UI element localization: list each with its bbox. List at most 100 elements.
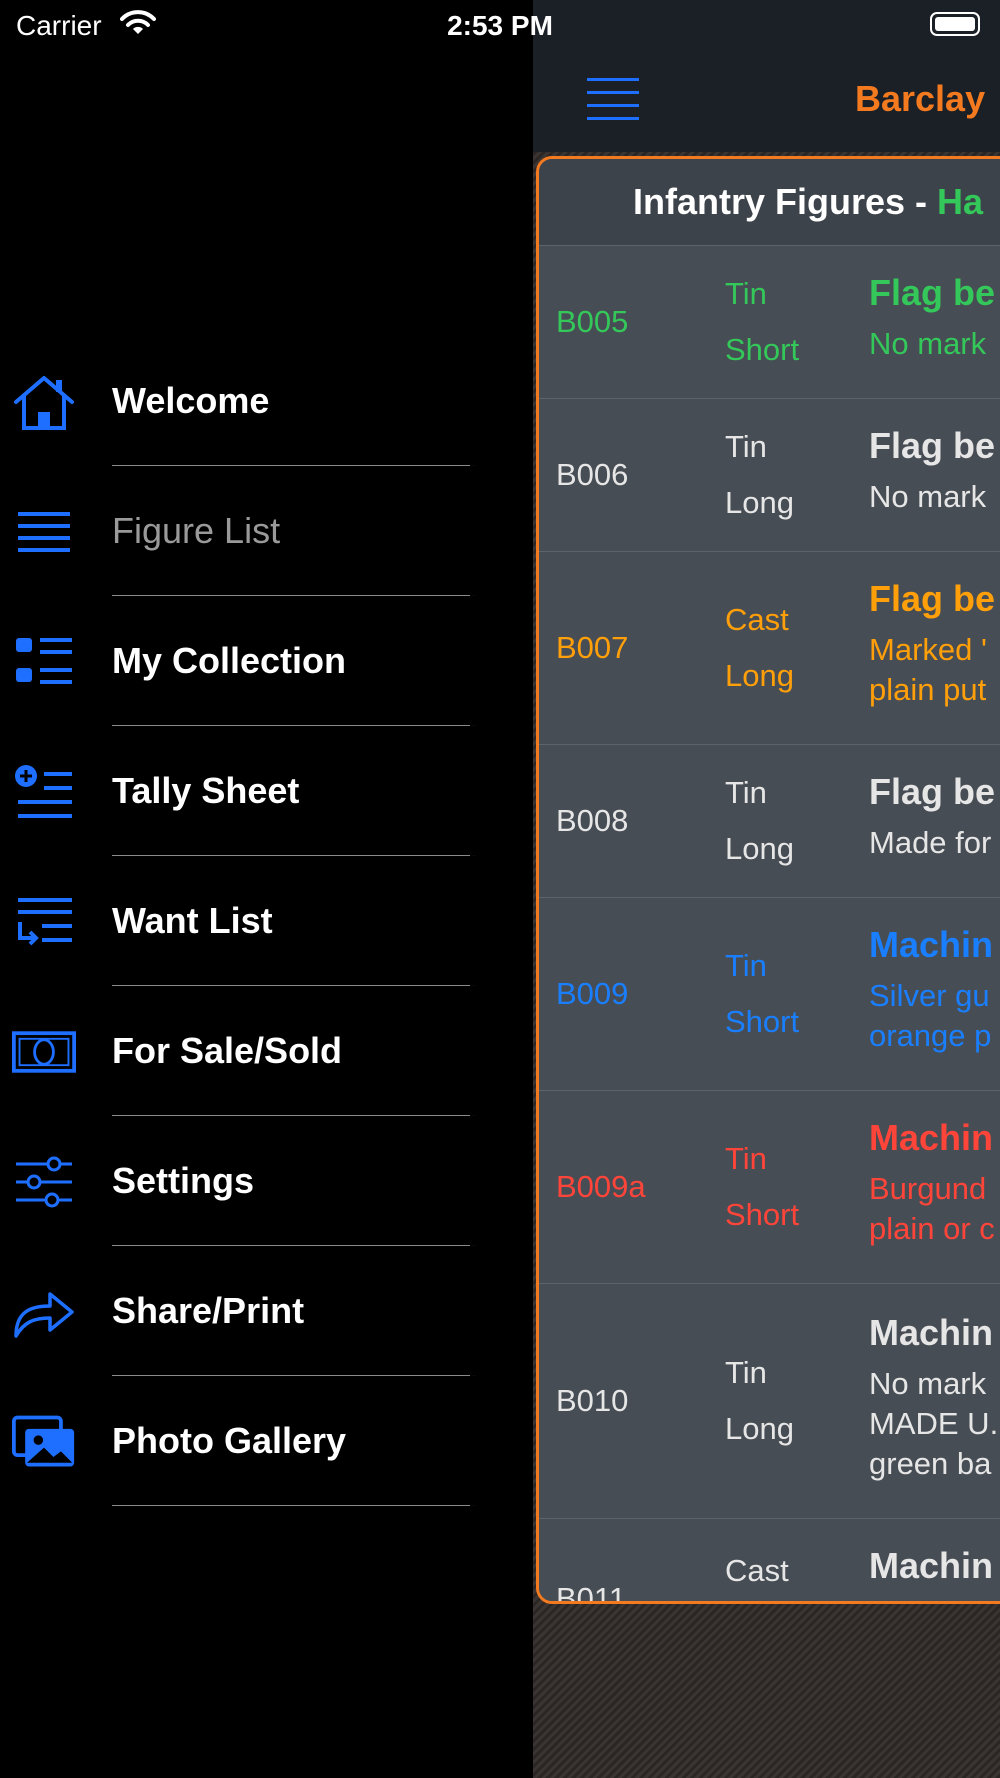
menu-item-welcome[interactable]: Welcome [0,336,533,466]
material-length: Long [725,658,794,693]
figure-description: Made for [869,823,991,903]
table-row[interactable]: B008 Tin Long Flag be Made for [539,745,1000,898]
figure-description: Marked ' plain put [869,630,987,710]
figure-code: B007 [556,630,629,665]
figure-title: Flag be [869,771,996,812]
material-type: Cast [725,602,789,637]
material-type: Tin [725,775,767,810]
figure-material: Tin Short [725,1131,799,1243]
menu-item-share-print[interactable]: Share/Print [0,1246,533,1376]
battery-icon [930,12,980,36]
table-row[interactable]: B007 Cast Long Flag be Marked ' plain put [539,552,1000,745]
description-line: No mark [869,479,987,514]
menu-item-tally-sheet[interactable]: Tally Sheet [0,726,533,856]
description-line: Burgund [869,1171,987,1206]
table-row[interactable]: B010 Tin Long Machin No mark MADE U. green ba [539,1284,1000,1519]
menu-item-want-list[interactable]: Want List [0,856,533,986]
description-line: No mark [869,1599,986,1601]
figure-list-card: Infantry Figures - Ha B005 Tin Short Flag b… [536,156,1000,1604]
share-icon [14,1292,74,1338]
menu-label: Tally Sheet [112,770,300,811]
photos-icon [12,1415,75,1467]
divider [112,1505,476,1506]
main-panel: Barclay Infantry Figures - Ha B005 Tin Sho… [533,0,1000,1778]
description-line: No mark [869,1366,987,1401]
menu-toggle-icon[interactable] [587,78,639,122]
figure-code: B011 [556,1581,627,1604]
material-length: Short [725,1197,800,1232]
figure-title: Machin [869,1545,994,1586]
table-row[interactable]: B011 CastLong Machin No mark [539,1519,1000,1604]
figure-table: B005 Tin Short Flag be No mark B006 Tin Long Fla… [539,246,1000,1604]
figure-title: Flag be [869,425,996,466]
material-length: Long [725,485,794,520]
figure-title: Flag be [869,272,996,313]
menu-item-for-sale-sold[interactable]: For Sale/Sold [0,986,533,1116]
description-line: green ba [869,1446,992,1481]
figure-code: B009 [556,976,629,1011]
figure-title: Machin [869,1117,994,1158]
table-row[interactable]: B009 Tin Short Machin Silver gu orange p [539,898,1000,1091]
material-type: Tin [725,948,767,983]
table-row[interactable]: B005 Tin Short Flag be No mark [539,246,1000,399]
figure-title: Machin [869,924,994,965]
menu-item-photo-gallery[interactable]: Photo Gallery [0,1376,533,1506]
menu-label: Want List [112,900,273,941]
figure-description: Silver gu orange p [869,976,991,1056]
material-type: Tin [725,429,767,464]
description-line: plain or c [869,1211,995,1246]
figure-material: Cast Long [725,592,794,704]
menu-item-figure-list[interactable]: Figure List [0,466,533,596]
material-length: Short [725,1004,800,1039]
table-row[interactable]: B009a Tin Short Machin Burgund plain or c [539,1091,1000,1284]
description-line: No mark [869,326,987,361]
figure-material: Tin Long [725,765,794,877]
side-drawer: Welcome Figure List My Collection Tally … [0,0,533,1778]
card-header-accent: Ha [937,181,984,222]
figure-description: Burgund plain or c [869,1169,995,1249]
figure-title: Flag be [869,578,996,619]
menu-label: Share/Print [112,1290,305,1331]
table-row[interactable]: B006 Tin Long Flag be No mark [539,399,1000,552]
description-line: orange p [869,1018,992,1053]
description-line: MADE U. [869,1406,999,1441]
description-line: plain put [869,672,987,707]
menu-label: Settings [112,1160,255,1201]
figure-code: B006 [556,457,629,492]
sliders-icon [16,1156,72,1208]
menu-item-settings[interactable]: Settings [0,1116,533,1246]
add-list-icon [15,765,72,818]
figure-title: Machin [869,1312,994,1353]
figure-description: No mark MADE U. green ba [869,1364,998,1484]
figure-code: B010 [556,1383,629,1418]
nav-title: Barclay [855,78,986,119]
menu-item-my-collection[interactable]: My Collection [0,596,533,726]
material-type: Tin [725,1355,767,1390]
menu-label: Photo Gallery [112,1420,347,1461]
description-line: Silver gu [869,978,990,1013]
figure-code: B009a [556,1169,646,1204]
material-length: Short [725,332,800,367]
clock: 2:53 PM [447,10,553,41]
menu-label: Figure List [112,510,281,551]
figure-description: No mark [869,1597,986,1601]
figure-code: B005 [556,304,629,339]
description-line: Made for [869,825,992,860]
figure-material: Tin Short [725,266,799,378]
material-type: Cast [725,1553,789,1588]
figure-description: No mark [869,477,986,557]
status-bar: Carrier 2:53 PM [0,0,1000,52]
menu-label: Welcome [112,380,270,421]
card-header-text: Infantry Figures - [633,181,938,222]
figure-description: No mark [869,324,986,404]
money-icon [12,1031,76,1073]
drawer-shadow [470,0,533,1778]
menu-label: For Sale/Sold [112,1030,343,1071]
want-list-icon [18,898,72,946]
figure-code: B008 [556,803,629,838]
menu-label: My Collection [112,640,347,681]
bullet-list-icon [16,638,72,684]
figure-material: Tin Long [725,419,794,531]
card-header: Infantry Figures - Ha [539,159,1000,246]
figure-material: Tin Long [725,1345,794,1457]
